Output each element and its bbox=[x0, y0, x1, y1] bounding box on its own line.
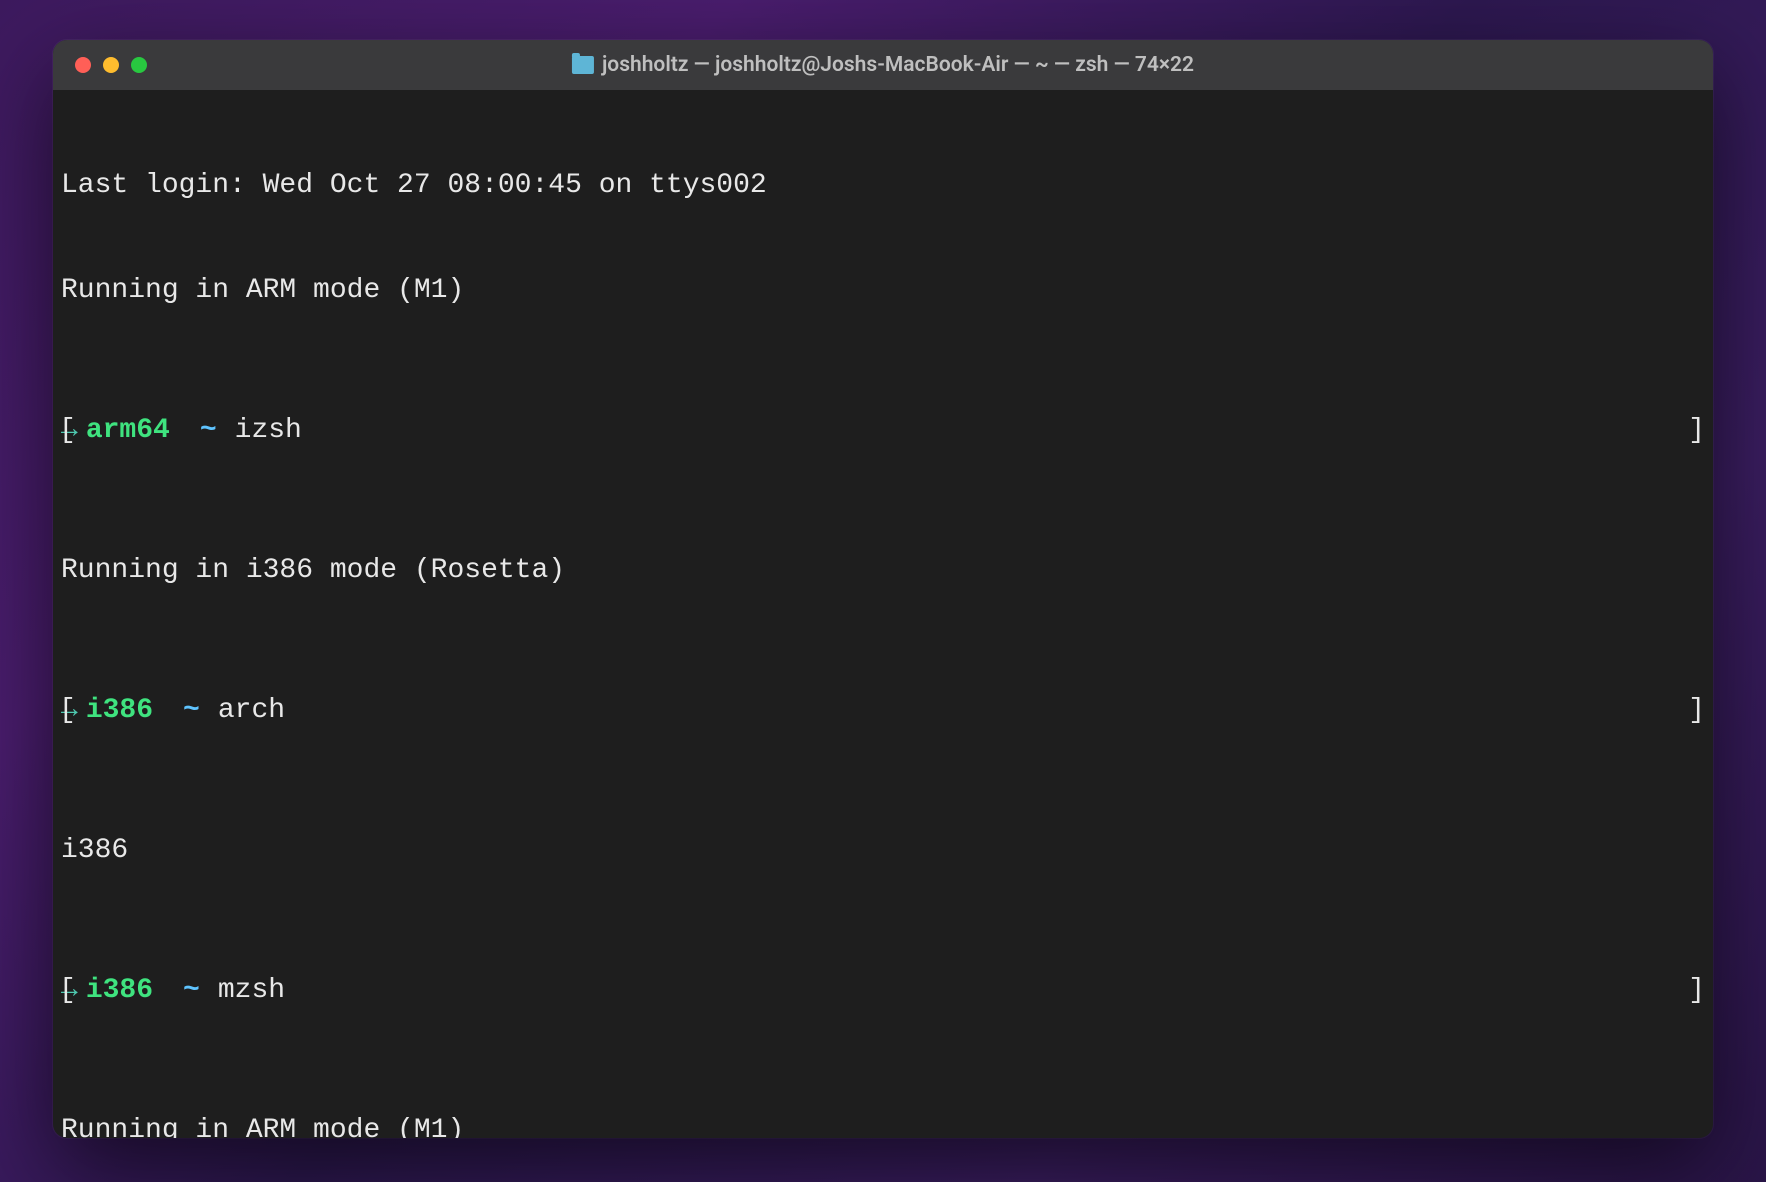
cwd-label: ~ bbox=[183, 973, 200, 1008]
bracket-close: ] bbox=[1688, 693, 1705, 728]
minimize-button[interactable] bbox=[103, 57, 119, 73]
arch-label: i386 bbox=[86, 973, 153, 1008]
output-line: Running in ARM mode (M1) bbox=[61, 273, 1705, 308]
cwd-label: ~ bbox=[200, 413, 217, 448]
bracket-open: [ bbox=[59, 973, 76, 1008]
output-line: Running in ARM mode (M1) bbox=[61, 1113, 1705, 1138]
window-title: joshholtz — joshholtz@Joshs-MacBook-Air … bbox=[572, 53, 1194, 77]
terminal-window: joshholtz — joshholtz@Joshs-MacBook-Air … bbox=[53, 40, 1713, 1138]
prompt-line: [ → i386 ~ mzsh ] bbox=[61, 973, 1705, 1008]
prompt-line: [ → i386 ~ arch ] bbox=[61, 693, 1705, 728]
bracket-open: [ bbox=[59, 693, 76, 728]
folder-icon bbox=[572, 56, 594, 74]
command-text: izsh bbox=[235, 413, 302, 448]
output-line: i386 bbox=[61, 833, 1705, 868]
terminal-body[interactable]: Last login: Wed Oct 27 08:00:45 on ttys0… bbox=[53, 90, 1713, 1138]
bracket-close: ] bbox=[1688, 973, 1705, 1008]
maximize-button[interactable] bbox=[131, 57, 147, 73]
output-line: Last login: Wed Oct 27 08:00:45 on ttys0… bbox=[61, 168, 1705, 203]
bracket-open: [ bbox=[59, 413, 76, 448]
title-bar[interactable]: joshholtz — joshholtz@Joshs-MacBook-Air … bbox=[53, 40, 1713, 90]
prompt-line: [ → arm64 ~ izsh ] bbox=[61, 413, 1705, 448]
command-text: arch bbox=[218, 693, 285, 728]
cwd-label: ~ bbox=[183, 693, 200, 728]
bracket-close: ] bbox=[1688, 413, 1705, 448]
traffic-lights bbox=[75, 57, 147, 73]
command-text: mzsh bbox=[218, 973, 285, 1008]
window-title-text: joshholtz — joshholtz@Joshs-MacBook-Air … bbox=[602, 53, 1194, 77]
close-button[interactable] bbox=[75, 57, 91, 73]
output-line: Running in i386 mode (Rosetta) bbox=[61, 553, 1705, 588]
arch-label: arm64 bbox=[86, 413, 170, 448]
arch-label: i386 bbox=[86, 693, 153, 728]
